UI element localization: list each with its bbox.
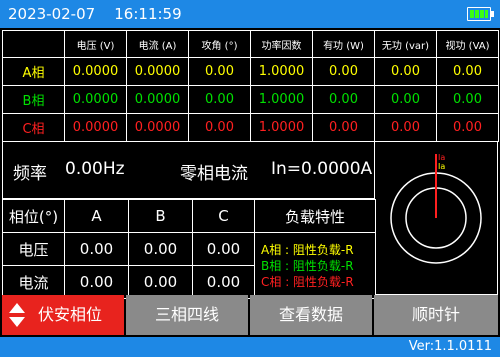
- zero-current-value: In=0.0000A: [271, 159, 373, 179]
- cell-power-factor: 1.0000: [250, 85, 313, 114]
- view-data-button[interactable]: 查看数据: [250, 295, 372, 335]
- row-label: 电压: [2, 232, 65, 266]
- load-line-a: A相 : 阻性负载-R: [261, 242, 354, 257]
- meter-screen: 2023-02-07 16:11:59 电压 (V) 电流 (A) 攻角 (°)…: [0, 0, 500, 357]
- cell-angle: 0.00: [188, 113, 251, 142]
- date-text: 2023-02-07: [8, 5, 96, 23]
- load-line-b: B相 : 阻性负载-R: [261, 258, 354, 273]
- phase-header-label: 相位(°): [2, 199, 65, 233]
- up-down-arrow-icon: [9, 303, 25, 327]
- header-cell: [2, 30, 65, 58]
- softkey-bar: 伏安相位 三相四线 查看数据 顺时针 Ver:1.1.0111: [0, 295, 500, 357]
- cell-current: 0.0000: [126, 85, 189, 114]
- phase-angle-table: 相位(°) A B C 负载特性 电压 0.00 0.00 0.00 A相 : …: [2, 199, 376, 299]
- view-data-button-label: 查看数据: [278, 305, 343, 324]
- phase-label: A相: [2, 57, 65, 86]
- voltamp-button-label: 伏安相位: [37, 305, 102, 324]
- battery-cell: [480, 10, 484, 18]
- header-voltage: 电压 (V): [64, 30, 127, 58]
- phase-value: 0.00: [128, 232, 193, 266]
- load-characteristic-title: 负载特性: [254, 199, 376, 233]
- battery-nub: [491, 11, 494, 17]
- frequency-label: 频率: [13, 164, 47, 184]
- phase-label: C相: [2, 113, 65, 142]
- table-row-phase-c: C相 0.0000 0.0000 0.00 1.0000 0.00 0.00 0…: [2, 113, 499, 142]
- cell-voltage: 0.0000: [64, 57, 127, 86]
- phase-value: 0.00: [64, 265, 129, 299]
- cell-active-power: 0.00: [312, 85, 375, 114]
- cell-active-power: 0.00: [312, 113, 375, 142]
- cell-current: 0.0000: [126, 57, 189, 86]
- cell-apparent-power: 0.00: [436, 85, 499, 114]
- phasor-diagram-panel: Ia Ia: [375, 142, 498, 295]
- time-text: 16:11:59: [114, 5, 182, 23]
- phase-header-b: B: [128, 199, 193, 233]
- version-bar: Ver:1.1.0111: [0, 337, 500, 357]
- cell-power-factor: 1.0000: [250, 113, 313, 142]
- header-angle: 攻角 (°): [188, 30, 251, 58]
- cell-angle: 0.00: [188, 57, 251, 86]
- datetime: 2023-02-07 16:11:59: [8, 4, 182, 24]
- cell-reactive-power: 0.00: [374, 85, 437, 114]
- frequency-panel: 频率 0.00Hz 零相电流 In=0.0000A: [2, 142, 375, 199]
- header-reactive-power: 无功 (var): [374, 30, 437, 58]
- table-row-phase-b: B相 0.0000 0.0000 0.00 1.0000 0.00 0.00 0…: [2, 85, 499, 114]
- phase-value: 0.00: [128, 265, 193, 299]
- cell-reactive-power: 0.00: [374, 57, 437, 86]
- battery-cell: [485, 10, 488, 18]
- table-row-voltage-phase: 电压 0.00 0.00 0.00 A相 : 阻性负载-R B相 : 阻性负载-…: [2, 232, 376, 299]
- wiring-button-label: 三相四线: [154, 305, 219, 324]
- frequency-value: 0.00Hz: [65, 159, 125, 179]
- phasor-diagram: Ia Ia: [390, 153, 482, 264]
- phase-value: 0.00: [192, 265, 255, 299]
- battery-cell: [475, 10, 479, 18]
- battery-full-icon: [467, 7, 494, 21]
- header-active-power: 有功 (W): [312, 30, 375, 58]
- phase-value: 0.00: [64, 232, 129, 266]
- cell-angle: 0.00: [188, 85, 251, 114]
- clockwise-button[interactable]: 顺时针: [374, 295, 498, 335]
- cell-current: 0.0000: [126, 113, 189, 142]
- load-characteristic-list: A相 : 阻性负载-R B相 : 阻性负载-R C相 : 阻性负载-R: [254, 232, 376, 299]
- cell-reactive-power: 0.00: [374, 113, 437, 142]
- phasor-label-ia-1: Ia: [438, 153, 445, 162]
- voltamp-phase-button[interactable]: 伏安相位: [2, 295, 124, 335]
- phasor-label-ia-2: Ia: [438, 162, 445, 171]
- phase-header-a: A: [64, 199, 129, 233]
- clockwise-button-label: 顺时针: [411, 305, 460, 324]
- phase-value: 0.00: [192, 232, 255, 266]
- version-text: Ver:1.1.0111: [408, 339, 492, 354]
- load-line-c: C相 : 阻性负载-R: [261, 274, 354, 289]
- cell-power-factor: 1.0000: [250, 57, 313, 86]
- header-power-factor: 功率因数: [250, 30, 313, 58]
- three-phase-four-wire-button[interactable]: 三相四线: [126, 295, 248, 335]
- zero-current-label: 零相电流: [180, 164, 248, 184]
- status-bar: 2023-02-07 16:11:59: [0, 0, 500, 28]
- phase-table-header: 相位(°) A B C 负载特性: [2, 199, 376, 233]
- header-current: 电流 (A): [126, 30, 189, 58]
- table-row-phase-a: A相 0.0000 0.0000 0.00 1.0000 0.00 0.00 0…: [2, 57, 499, 86]
- phase-header-c: C: [192, 199, 255, 233]
- cell-active-power: 0.00: [312, 57, 375, 86]
- power-table: 电压 (V) 电流 (A) 攻角 (°) 功率因数 有功 (W) 无功 (var…: [2, 30, 499, 142]
- cell-voltage: 0.0000: [64, 85, 127, 114]
- battery-cell: [470, 10, 474, 18]
- power-table-header: 电压 (V) 电流 (A) 攻角 (°) 功率因数 有功 (W) 无功 (var…: [2, 30, 499, 58]
- cell-apparent-power: 0.00: [436, 113, 499, 142]
- cell-apparent-power: 0.00: [436, 57, 499, 86]
- phase-label: B相: [2, 85, 65, 114]
- cell-voltage: 0.0000: [64, 113, 127, 142]
- header-apparent-power: 视功 (VA): [436, 30, 499, 58]
- row-label: 电流: [2, 265, 65, 299]
